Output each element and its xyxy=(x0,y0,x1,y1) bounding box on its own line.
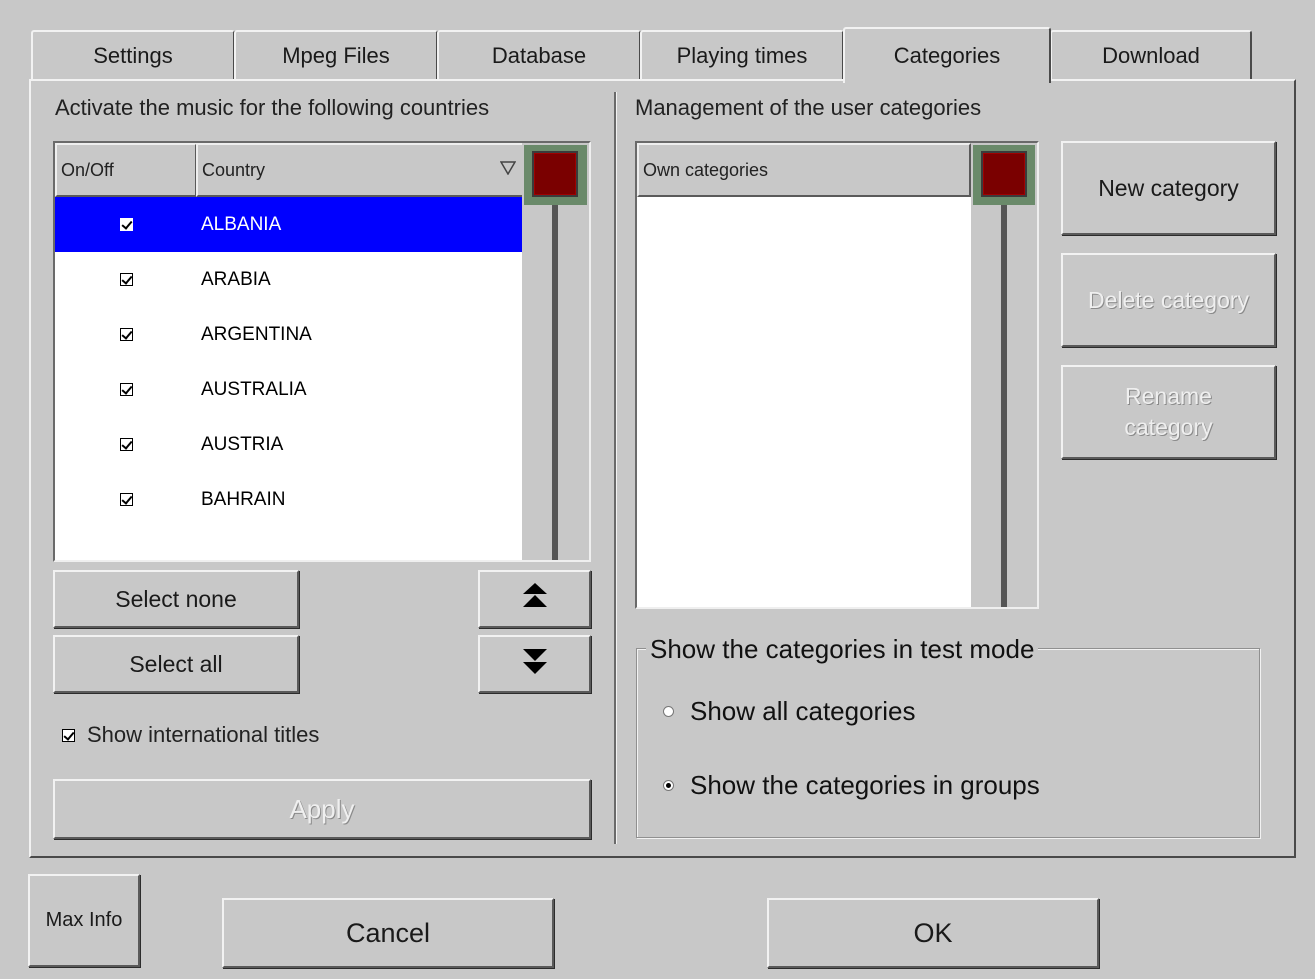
double-chevron-up-icon xyxy=(521,581,549,617)
country-checkbox[interactable] xyxy=(119,438,133,451)
double-chevron-down-icon xyxy=(521,646,549,682)
country-name: ALBANIA xyxy=(201,213,282,235)
radio-show-all-label: Show all categories xyxy=(690,696,916,726)
scrollbar-track-line xyxy=(1001,205,1007,607)
select-none-button[interactable]: Select none xyxy=(53,570,299,628)
country-name: ARABIA xyxy=(201,268,271,290)
show-international-titles-option[interactable]: Show international titles xyxy=(62,722,319,748)
tab-settings[interactable]: Settings xyxy=(31,30,235,80)
column-header-country-label: Country xyxy=(202,159,266,180)
country-checkbox[interactable] xyxy=(119,493,133,506)
user-categories-heading: Management of the user categories xyxy=(635,95,982,120)
table-row[interactable]: ALBANIA xyxy=(55,197,522,252)
table-row[interactable]: AUSTRALIA xyxy=(55,362,522,417)
tab-download[interactable]: Download xyxy=(1050,30,1252,80)
column-header-own-categories[interactable]: Own categories xyxy=(637,143,971,197)
country-name: AUSTRALIA xyxy=(201,378,307,400)
apply-button[interactable]: Apply xyxy=(53,779,591,839)
scrollbar-thumb[interactable] xyxy=(981,151,1027,197)
radio-show-all-indicator[interactable] xyxy=(663,706,674,717)
country-rows: ALBANIA ARABIA ARGENTINA AUSTRALIA AUSTR… xyxy=(55,197,522,527)
scroll-down-button[interactable] xyxy=(478,635,591,693)
test-mode-title: Show the categories in test mode xyxy=(646,634,1039,665)
show-international-titles-label: Show international titles xyxy=(87,722,320,747)
select-all-button[interactable]: Select all xyxy=(53,635,299,693)
scroll-up-button[interactable] xyxy=(478,570,591,628)
countries-table: On/Off Country ALBANIA ARABIA ARGENTINA … xyxy=(53,141,591,562)
table-row[interactable]: BAHRAIN xyxy=(55,472,522,527)
radio-show-all-categories[interactable]: Show all categories xyxy=(663,696,915,727)
tab-mpeg-files[interactable]: Mpeg Files xyxy=(234,30,438,80)
column-header-onoff[interactable]: On/Off xyxy=(55,143,197,197)
country-name: BAHRAIN xyxy=(201,488,286,510)
column-header-country[interactable]: Country xyxy=(196,143,524,197)
tab-playing-times[interactable]: Playing times xyxy=(640,30,844,80)
table-row[interactable]: ARGENTINA xyxy=(55,307,522,362)
table-row[interactable]: AUSTRIA xyxy=(55,417,522,472)
sort-down-triangle-icon xyxy=(499,159,517,180)
tab-database[interactable]: Database xyxy=(437,30,641,80)
scrollbar-thumb[interactable] xyxy=(532,151,578,197)
radio-show-in-groups-label: Show the categories in groups xyxy=(690,770,1040,800)
categories-scrollbar[interactable] xyxy=(971,143,1037,607)
country-name: ARGENTINA xyxy=(201,323,312,345)
new-category-button[interactable]: New category xyxy=(1061,141,1276,235)
max-info-button[interactable]: Max Info xyxy=(28,874,140,967)
delete-category-button[interactable]: Delete category xyxy=(1061,253,1276,347)
table-row[interactable]: ARABIA xyxy=(55,252,522,307)
country-checkbox[interactable] xyxy=(119,383,133,396)
panel-divider-highlight xyxy=(616,92,617,844)
own-categories-list: Own categories xyxy=(635,141,1039,609)
tab-categories[interactable]: Categories xyxy=(843,27,1051,83)
cancel-button[interactable]: Cancel xyxy=(222,898,554,968)
test-mode-group xyxy=(636,648,1260,838)
rename-category-button[interactable]: Rename category xyxy=(1061,365,1276,459)
show-international-titles-checkbox[interactable] xyxy=(62,728,75,742)
countries-scrollbar[interactable] xyxy=(522,143,589,560)
radio-show-in-groups-indicator[interactable] xyxy=(663,780,674,791)
country-checkbox[interactable] xyxy=(119,218,133,231)
ok-button[interactable]: OK xyxy=(767,898,1099,968)
country-checkbox[interactable] xyxy=(119,328,133,341)
scrollbar-track-line xyxy=(552,205,558,560)
countries-heading: Activate the music for the following cou… xyxy=(55,95,490,120)
country-name: AUSTRIA xyxy=(201,433,284,455)
country-checkbox[interactable] xyxy=(119,273,133,286)
radio-show-in-groups[interactable]: Show the categories in groups xyxy=(663,770,1040,801)
